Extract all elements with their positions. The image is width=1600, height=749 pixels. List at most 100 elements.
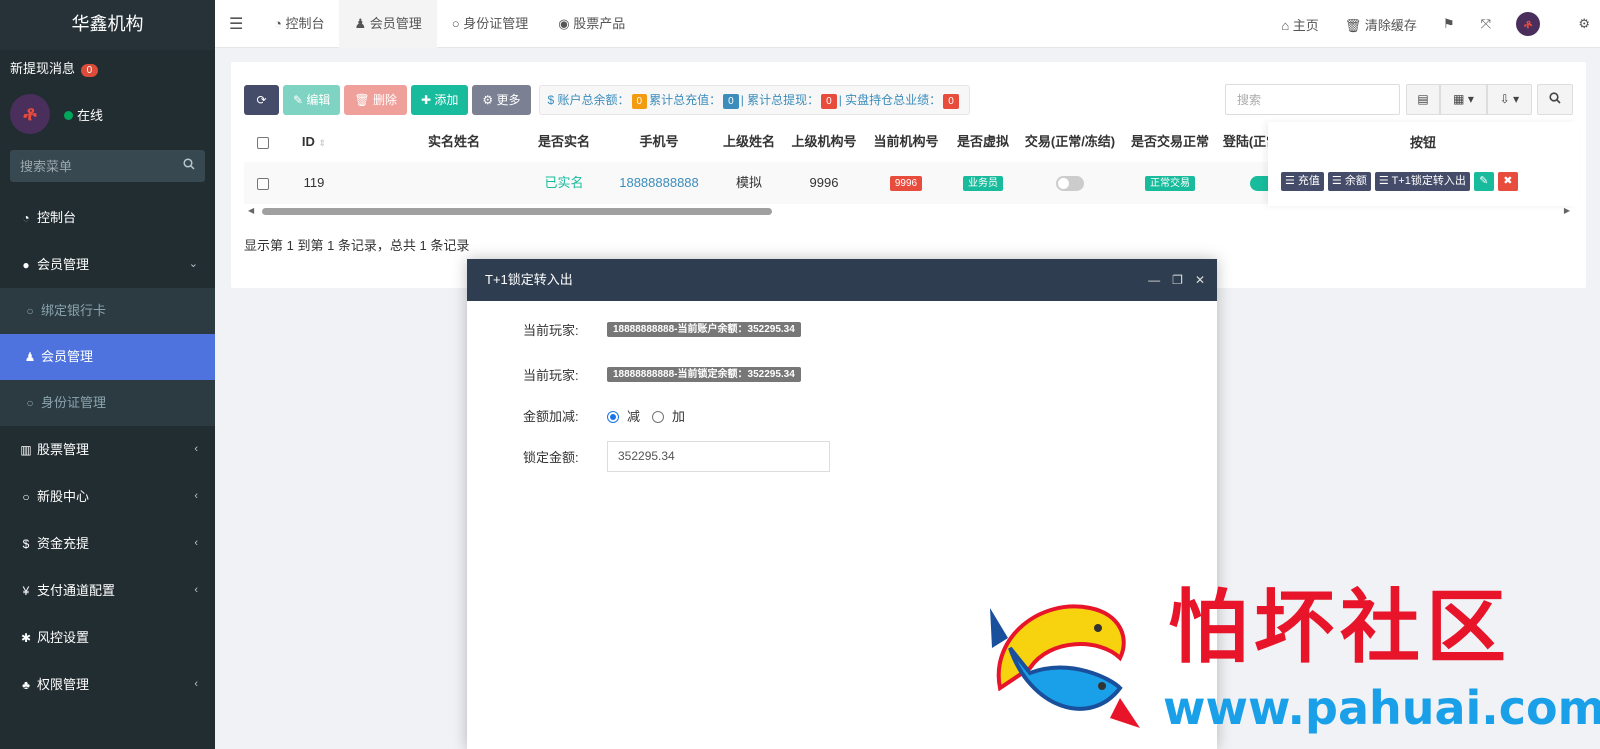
fullscreen-icon[interactable]: ⤧ xyxy=(1468,16,1504,32)
notice-label: 新提现消息 xyxy=(10,61,76,76)
online-status: 在线 xyxy=(64,105,103,124)
add-button[interactable]: ✚ 添加 xyxy=(411,85,469,115)
select-all-checkbox[interactable] xyxy=(256,127,270,161)
pencil-icon: ✎ xyxy=(293,93,307,107)
edit-button[interactable]: ✎ 编辑 xyxy=(283,85,341,115)
sidebar-item-funds[interactable]: $ 资金充提 ‹ xyxy=(0,520,215,567)
clear-cache-button[interactable]: 🗑︎ 清除缓存 xyxy=(1332,15,1430,34)
tab-idcard[interactable]: ○ 身份证管理 xyxy=(437,0,543,48)
list-view-icon[interactable]: ▤ xyxy=(1406,84,1440,115)
avatar[interactable]: ቶ xyxy=(1516,12,1540,36)
export-icon[interactable]: ⇩ ▾ xyxy=(1487,84,1532,115)
close-icon[interactable]: ✕ xyxy=(1195,259,1205,301)
sidebar-item-label: 权限管理 xyxy=(37,677,90,692)
sidebar-item-members[interactable]: ● 会员管理 ⌄ xyxy=(0,241,215,288)
refresh-button[interactable]: ⟳ xyxy=(244,85,279,115)
list-icon: ☰ xyxy=(1378,175,1392,187)
player-locked-tag: 18888888888-当前锁定余额：352295.34 xyxy=(607,366,801,382)
tab-dashboard[interactable]: ◔ 控制台 xyxy=(259,0,339,48)
columns-toggle-icon[interactable]: ▦ ▾ xyxy=(1440,84,1487,115)
th-parent-org: 上级机构号 xyxy=(791,134,857,149)
sidebar-item-dashboard[interactable]: ◔ 控制台 xyxy=(0,194,215,241)
locked-amount-input[interactable] xyxy=(607,440,830,472)
table-search-input[interactable] xyxy=(1226,85,1399,114)
member-table-card: ⟳ ✎ 编辑 🗑︎ 删除 ✚ 添加 ⚙ 更多 $ 账户总余额： 0 累计总充值： 0 |… xyxy=(231,62,1586,288)
tab-stock-products[interactable]: ◉ 股票产品 xyxy=(543,0,640,48)
sidebar-item-payment[interactable]: ¥ 支付通道配置 ‹ xyxy=(0,567,215,614)
radio-minus[interactable]: 减 xyxy=(607,406,640,425)
search-button[interactable] xyxy=(1537,84,1573,115)
recharge-button[interactable]: ☰ 充值 xyxy=(1281,172,1324,191)
th-phone: 手机号 xyxy=(639,134,679,149)
stat-withdraw-label: 累计总提现： xyxy=(747,93,820,107)
th-real-name: 实名姓名 xyxy=(427,134,480,149)
more-button[interactable]: ⚙ 更多 xyxy=(472,85,531,115)
trade-toggle[interactable] xyxy=(1018,162,1122,204)
amount-label: 锁定金额: xyxy=(523,449,579,465)
balance-button[interactable]: ☰ 余额 xyxy=(1327,172,1371,191)
cog-icon: ⚙ xyxy=(482,93,497,107)
avatar: ቶ xyxy=(10,94,50,134)
sidebar-search-input[interactable] xyxy=(10,150,205,182)
menu-toggle-icon[interactable]: ☰ xyxy=(229,14,243,34)
circle-icon: ○ xyxy=(451,16,464,31)
sidebar: 华鑫机构 新提现消息 0 ቶ 在线 ◔ 控制台 ● 会员管理 ⌄ ○ 绑定银行卡 ♟ 会员… xyxy=(0,0,215,749)
scroll-thumb[interactable] xyxy=(262,208,772,215)
sidebar-item-ipo[interactable]: ○ 新股中心 ‹ xyxy=(0,473,215,520)
translate-icon[interactable]: ⚑ xyxy=(1430,16,1468,32)
sidebar-item-stocks[interactable]: ▥ 股票管理 ‹ xyxy=(0,426,215,473)
scroll-right-icon[interactable]: ▶ xyxy=(1564,206,1570,215)
circle-icon: ○ xyxy=(22,490,30,504)
gear-icon: ✱ xyxy=(20,631,32,645)
horizontal-scrollbar[interactable]: ◀ ▶ xyxy=(244,206,1574,216)
row-checkbox[interactable] xyxy=(256,162,270,204)
cell-trade-ok: 正常交易 xyxy=(1122,162,1218,204)
chevron-left-icon: ‹ xyxy=(194,537,198,549)
cell-phone-link[interactable]: 18888888888 xyxy=(604,162,714,204)
search-icon[interactable] xyxy=(183,158,195,173)
th-verified: 是否实名 xyxy=(537,134,590,149)
bank-icon: ▥ xyxy=(20,443,32,457)
sidebar-item-label: 新股中心 xyxy=(37,489,90,504)
maximize-icon[interactable]: ❐ xyxy=(1172,259,1183,301)
sidebar-item-member-management[interactable]: ♟ 会员管理 xyxy=(0,334,215,380)
th-actions: 按钮 xyxy=(1409,135,1436,150)
table-search xyxy=(1225,84,1400,115)
more-label: 更多 xyxy=(496,93,521,107)
cell-parent-org: 9996 xyxy=(809,175,839,190)
dialog-header: T+1锁定转入出 — ❐ ✕ xyxy=(467,259,1217,301)
scroll-left-icon[interactable]: ◀ xyxy=(248,206,254,215)
nav-tabs: ◔ 控制台 ♟ 会员管理 ○ 身份证管理 ◉ 股票产品 xyxy=(259,0,640,48)
topbar-right: ⌂ 主页 🗑︎ 清除缓存 ⚑ ⤧ ቶ xyxy=(1268,0,1600,48)
yen-icon: ¥ xyxy=(22,584,30,598)
settings-gear-icon[interactable]: ⚙ xyxy=(1578,16,1590,32)
sidebar-item-permissions[interactable]: ♣ 权限管理 ‹ xyxy=(0,661,215,708)
user-icon: ♟ xyxy=(24,350,36,364)
t1-transfer-button[interactable]: ☰ T+1锁定转入出 xyxy=(1374,172,1470,191)
row-delete-button[interactable]: ✖ xyxy=(1497,172,1518,191)
online-status-text: 在线 xyxy=(77,107,104,123)
login-toggle[interactable] xyxy=(1249,162,1269,204)
sidebar-item-label: 绑定银行卡 xyxy=(41,303,107,318)
stat-recharge-label: 累计总充值： xyxy=(649,93,722,107)
delete-button[interactable]: 🗑︎ 删除 xyxy=(344,85,407,115)
tab-members[interactable]: ♟ 会员管理 xyxy=(339,0,437,48)
online-dot-icon xyxy=(64,110,73,120)
view-button-group: ▤ ▦ ▾ ⇩ ▾ xyxy=(1406,84,1532,115)
chevron-down-icon: ⌄ xyxy=(188,258,198,270)
row-edit-button[interactable]: ✎ xyxy=(1473,172,1494,191)
withdraw-notice[interactable]: 新提现消息 0 xyxy=(0,50,215,86)
radio-plus[interactable]: 加 xyxy=(652,406,685,425)
sidebar-item-bankcard[interactable]: ○ 绑定银行卡 xyxy=(0,288,215,334)
home-link[interactable]: ⌂ 主页 xyxy=(1268,15,1331,34)
actions-column: 按钮 ☰ 充值 ☰ 余额 ☰ T+1锁定转入出 ✎ ✖ xyxy=(1268,122,1578,206)
player-label: 当前玩家: xyxy=(523,322,579,338)
pagination-info: 显示第 1 到第 1 条记录，总共 1 条记录 xyxy=(244,238,470,253)
sidebar-item-idcard[interactable]: ○ 身份证管理 xyxy=(0,380,215,426)
player-balance-tag: 18888888888-当前账户余额：352295.34 xyxy=(607,321,801,337)
minimize-icon[interactable]: — xyxy=(1148,259,1160,301)
sidebar-item-label: 股票管理 xyxy=(37,442,90,457)
th-id[interactable]: ID ⇕ xyxy=(296,127,332,161)
list-icon: ☰ xyxy=(1285,175,1298,187)
sidebar-item-risk[interactable]: ✱ 风控设置 xyxy=(0,614,215,661)
